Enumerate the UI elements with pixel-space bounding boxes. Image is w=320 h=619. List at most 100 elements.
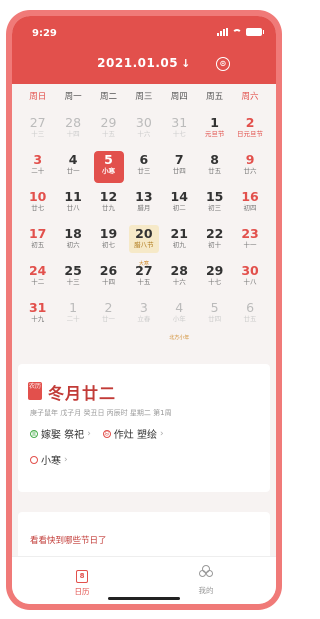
calendar-day[interactable]: 28 十六	[162, 260, 197, 297]
lunar-label: 初六	[66, 241, 80, 249]
lunar-label: 廿四	[172, 167, 186, 175]
lunar-label: 二十	[31, 167, 45, 175]
day-number: 28	[170, 263, 188, 278]
app-screen: 9:29 2021.01.05 ↓ ⊙ 周日 周一 周二 周三 周四 周五 周六 …	[12, 16, 276, 604]
calendar-day[interactable]: 5 廿四	[197, 297, 232, 334]
calendar-day[interactable]: 27 十五	[126, 260, 161, 297]
lunar-label: 初二	[172, 204, 186, 212]
lunar-badge: 农历	[28, 382, 42, 400]
yi-icon: 宜	[30, 429, 38, 438]
calendar-day[interactable]: 14 初二	[162, 186, 197, 223]
lunar-label: 日元旦节	[237, 130, 264, 138]
phone-frame: 9:29 2021.01.05 ↓ ⊙ 周日 周一 周二 周三 周四 周五 周六 …	[6, 10, 282, 610]
ji-icon: 忌	[102, 429, 111, 438]
today-button[interactable]: ⊙	[216, 57, 230, 71]
day-number: 25	[64, 263, 82, 278]
calendar-day[interactable]: 19 初七	[91, 223, 126, 260]
day-number: 2	[104, 300, 113, 315]
calendar-day[interactable]: 4 廿一	[55, 149, 90, 186]
weekday-label: 周三	[135, 92, 153, 102]
calendar-day[interactable]: 5 小寒	[91, 149, 126, 186]
calendar-day[interactable]: 6 廿五	[232, 297, 267, 334]
calendar-day[interactable]: 17 初五	[20, 223, 55, 260]
day-number: 4	[68, 152, 78, 167]
weekday-label: 周一	[64, 92, 82, 102]
lunar-date: 冬月廿二	[48, 384, 117, 403]
calendar-day[interactable]: 29 十七	[197, 260, 232, 297]
ji-text: 作灶 塑绘	[113, 430, 157, 441]
calendar-day[interactable]: 6 廿三	[126, 149, 161, 186]
calendar-day[interactable]: 30 十六	[126, 112, 161, 149]
day-number: 3	[33, 152, 43, 167]
festival-link[interactable]: 看看快到哪些节日了	[30, 534, 107, 546]
calendar-day[interactable]: 8 廿五	[197, 149, 232, 186]
weekday-label: 周四	[170, 92, 188, 102]
chevron-right-icon: ›	[159, 428, 164, 439]
calendar-day[interactable]: 13 腊月	[126, 186, 161, 223]
calendar-day[interactable]: 15 初三	[197, 186, 232, 223]
calendar-day[interactable]: 16 初四	[232, 186, 267, 223]
day-number: 10	[28, 189, 47, 204]
lunar-label: 十二	[31, 278, 45, 286]
day-number: 29	[205, 263, 224, 278]
day-number: 29	[100, 115, 117, 130]
calendar-day[interactable]: 7 廿四	[162, 149, 197, 186]
day-number: 18	[64, 226, 82, 241]
calendar-day[interactable]: 28 十四	[55, 112, 90, 149]
calendar-day[interactable]: 24 十二	[20, 260, 55, 297]
day-number: 14	[170, 189, 188, 204]
calendar-day[interactable]: 29 十五	[91, 112, 126, 149]
day-number: 30	[135, 115, 152, 130]
day-number: 6	[139, 152, 149, 167]
calendar-day[interactable]: 23 十一	[232, 223, 267, 260]
day-tag: 北方小年	[169, 335, 190, 341]
day-number: 27	[29, 115, 46, 130]
day-number: 19	[99, 226, 118, 241]
calendar-day[interactable]: 30 十八	[232, 260, 267, 297]
day-number: 30	[241, 263, 259, 278]
battery-icon	[246, 28, 264, 36]
lunar-label: 廿九	[101, 204, 115, 212]
day-number: 2	[245, 115, 255, 130]
lunar-label: 十九	[31, 315, 45, 323]
calendar-day[interactable]: 18 初六	[55, 223, 90, 260]
header: 9:29 2021.01.05 ↓ ⊙	[12, 16, 276, 84]
calendar-day[interactable]: 10 廿七	[20, 186, 55, 223]
tab-mine[interactable]: 我的	[176, 563, 236, 596]
day-number: 27	[135, 263, 153, 278]
calendar-day[interactable]: 3 立春	[126, 297, 161, 334]
calendar-day[interactable]: 9 廿六	[232, 149, 267, 186]
calendar-day[interactable]: 1 二十	[55, 297, 90, 334]
day-number: 17	[28, 226, 47, 241]
day-number: 11	[64, 189, 82, 204]
calendar-day[interactable]: 3 二十	[20, 149, 55, 186]
day-number: 5	[210, 300, 219, 315]
lunar-label: 十六	[172, 278, 186, 286]
lunar-label: 廿一	[101, 315, 115, 323]
calendar-day[interactable]: 2 廿一	[91, 297, 126, 334]
calendar-day[interactable]: 20 腊八节 大寒	[126, 223, 161, 267]
calendar-day[interactable]: 11 廿八	[55, 186, 90, 223]
calendar-day[interactable]: 22 初十	[197, 223, 232, 260]
calendar-day[interactable]: 12 廿九	[91, 186, 126, 223]
date-picker[interactable]: 2021.01.05 ↓	[12, 56, 276, 70]
calendar-day[interactable]: 4 小年 北方小年	[162, 297, 197, 342]
calendar-day[interactable]: 21 初九	[162, 223, 197, 260]
solar-term-row[interactable]: 小寒 ›	[30, 452, 68, 467]
chevron-right-icon: ›	[87, 428, 91, 439]
day-number: 6	[246, 300, 255, 315]
calendar-day[interactable]: 31 十七	[162, 112, 197, 149]
calendar-day[interactable]: 26 十四	[91, 260, 126, 297]
day-number: 31	[171, 115, 188, 130]
chevron-right-icon: ›	[64, 454, 68, 465]
tab-calendar[interactable]: 8 日历	[52, 563, 112, 597]
calendar-day[interactable]: 27 十三	[20, 112, 55, 149]
yi-ji-row[interactable]: 宜 嫁娶 祭祀 › 忌 作灶 塑绘 ›	[30, 426, 164, 441]
lunar-label: 腊月	[137, 204, 151, 212]
day-number: 12	[99, 189, 118, 204]
calendar-day[interactable]: 25 十三	[55, 260, 90, 297]
calendar-day[interactable]: 31 十九	[20, 297, 55, 334]
day-number: 5	[104, 152, 113, 167]
calendar-day[interactable]: 1 元旦节	[197, 112, 232, 149]
calendar-day[interactable]: 2 日元旦节	[232, 112, 267, 149]
